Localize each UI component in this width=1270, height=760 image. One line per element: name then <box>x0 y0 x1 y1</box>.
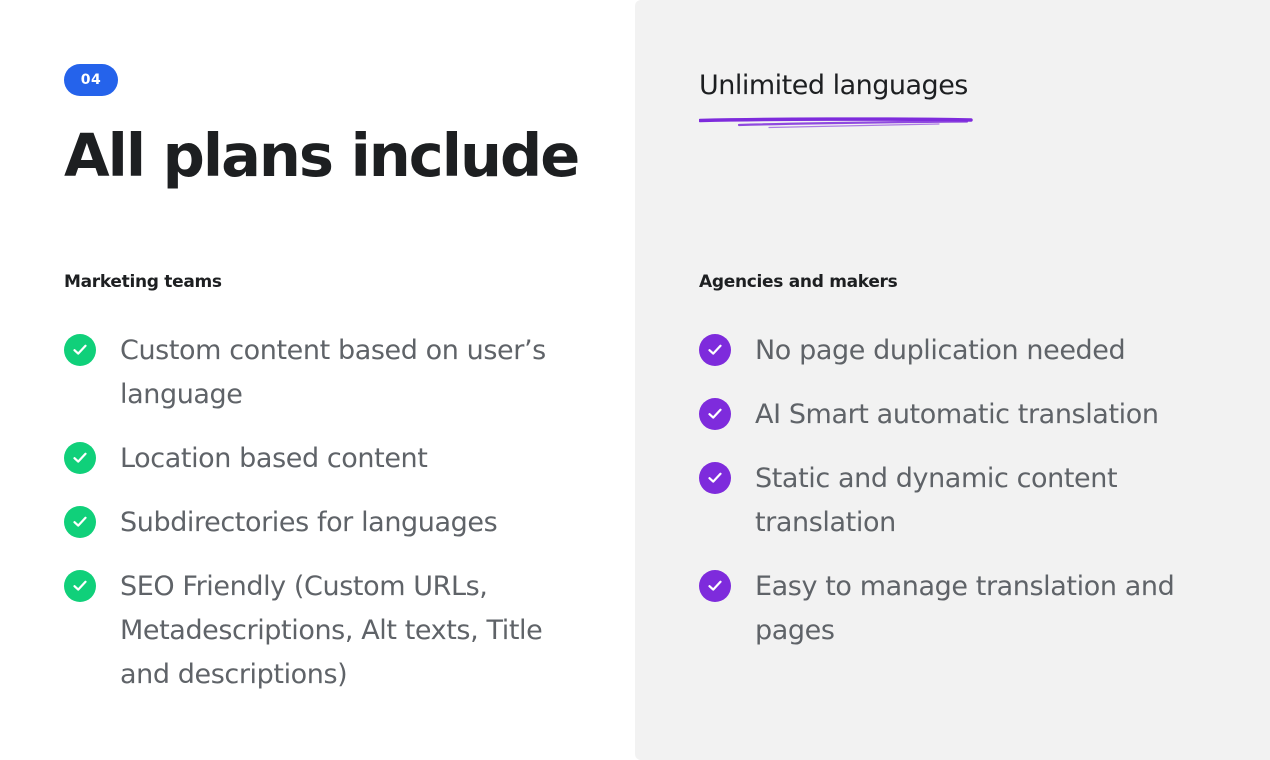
check-circle-icon <box>64 334 96 366</box>
agencies-feature-item: AI Smart automatic translation <box>699 393 1239 437</box>
feature-text: Custom content based on user’s language <box>120 335 546 410</box>
check-circle-icon <box>699 398 731 430</box>
marketing-feature-item: Custom content based on user’s language <box>64 329 584 417</box>
marketing-feature-item: Subdirectories for languages <box>64 501 584 545</box>
agencies-feature-item: Easy to manage translation and pages <box>699 565 1239 653</box>
feature-text: Easy to manage translation and pages <box>755 571 1175 646</box>
check-circle-icon <box>64 442 96 474</box>
page-title: All plans include <box>64 121 580 190</box>
feature-text: Location based content <box>120 443 428 474</box>
marketing-feature-item: Location based content <box>64 437 584 481</box>
feature-text: No page duplication needed <box>755 335 1126 366</box>
feature-text: AI Smart automatic translation <box>755 399 1159 430</box>
check-circle-icon <box>699 570 731 602</box>
brush-underline-decoration <box>699 117 973 129</box>
feature-text: Subdirectories for languages <box>120 507 498 538</box>
unlimited-languages-heading: Unlimited languages <box>699 70 968 101</box>
check-circle-icon <box>699 334 731 366</box>
marketing-teams-label: Marketing teams <box>64 272 222 292</box>
marketing-feature-list: Custom content based on user’s language … <box>64 329 584 717</box>
agencies-feature-item: Static and dynamic content translation <box>699 457 1239 545</box>
left-panel: 04 All plans include Marketing teams Cus… <box>0 0 635 760</box>
marketing-feature-item: SEO Friendly (Custom URLs, Metadescripti… <box>64 565 584 697</box>
agencies-feature-item: No page duplication needed <box>699 329 1239 373</box>
step-badge: 04 <box>64 64 118 96</box>
check-circle-icon <box>699 462 731 494</box>
check-circle-icon <box>64 506 96 538</box>
check-circle-icon <box>64 570 96 602</box>
agencies-makers-label: Agencies and makers <box>699 272 898 292</box>
agencies-feature-list: No page duplication needed AI Smart auto… <box>699 329 1239 673</box>
page: 04 All plans include Marketing teams Cus… <box>0 0 1270 760</box>
feature-text: Static and dynamic content translation <box>755 463 1118 538</box>
feature-text: SEO Friendly (Custom URLs, Metadescripti… <box>120 571 543 690</box>
